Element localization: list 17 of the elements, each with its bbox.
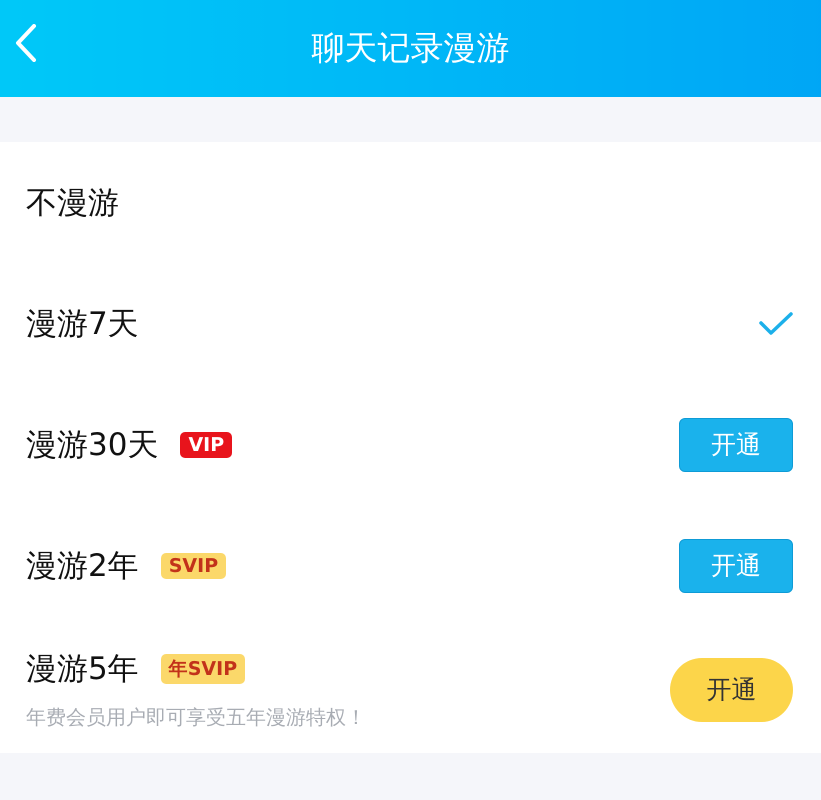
back-icon <box>15 24 37 62</box>
membership-badge: 年SVIP <box>160 654 246 684</box>
membership-badge: VIP <box>180 432 232 458</box>
option-label[interactable]: 不漫游 <box>26 182 119 224</box>
option-label[interactable]: 漫游5年 <box>26 648 139 690</box>
option-row[interactable]: 漫游30天 VIP 开通 <box>0 384 821 505</box>
option-label[interactable]: 漫游2年 <box>26 544 139 586</box>
page-title: 聊天记录漫游 <box>312 27 510 69</box>
option-note: 年费会员用户即可享受五年漫游特权！ <box>26 704 367 731</box>
activate-button[interactable]: 开通 <box>670 658 793 722</box>
option-label[interactable]: 漫游7天 <box>26 302 139 344</box>
option-row[interactable]: 漫游5年 年SVIP 年费会员用户即可享受五年漫游特权！ 开通 <box>0 626 821 753</box>
option-label[interactable]: 漫游30天 <box>26 424 158 466</box>
membership-badge: SVIP <box>160 552 226 578</box>
option-row[interactable]: 不漫游 <box>0 142 821 263</box>
option-row[interactable]: 漫游7天 <box>0 263 821 384</box>
option-row[interactable]: 漫游2年 SVIP 开通 <box>0 505 821 626</box>
